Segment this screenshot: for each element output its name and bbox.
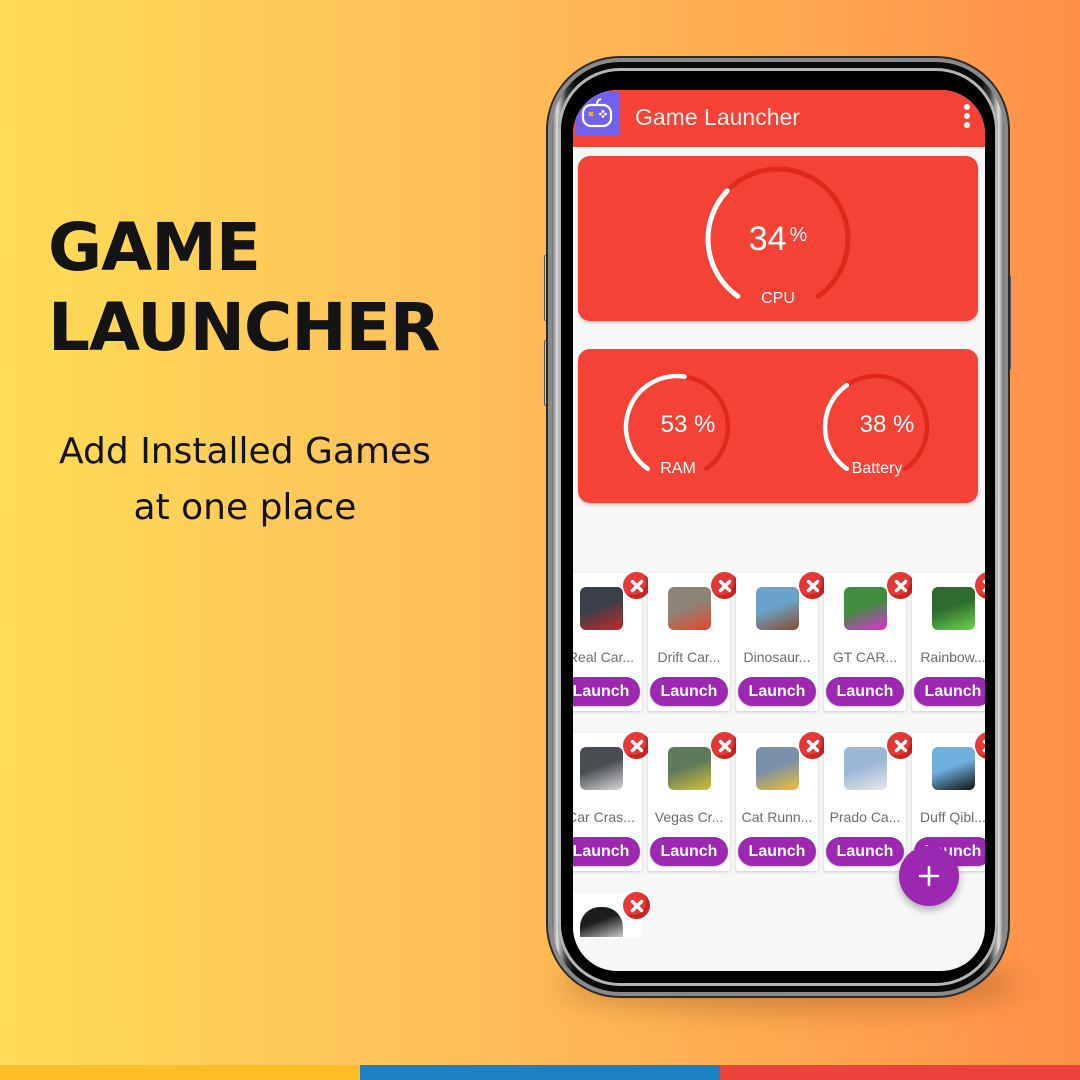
cpu-value-unit: % — [789, 224, 808, 246]
app-bar: Game Launcher — [573, 90, 985, 147]
launch-button[interactable]: Launch — [738, 677, 816, 706]
game-thumbnail — [580, 747, 623, 790]
phone-screen: Game Launcher 34% CPU 53 % RAM 38 % Batt… — [573, 90, 985, 971]
cpu-value: 34% — [728, 220, 828, 259]
cpu-value-number: 34 — [748, 220, 787, 258]
game-card[interactable]: Rainbow... Launch — [912, 572, 985, 711]
close-icon — [894, 579, 907, 592]
game-name: Rainbow... — [920, 649, 985, 665]
launch-button[interactable]: Launch — [826, 837, 904, 866]
remove-game-button[interactable] — [623, 732, 650, 759]
game-thumbnail — [580, 907, 623, 937]
bottom-color-strip — [0, 1065, 1080, 1080]
game-thumbnail — [668, 747, 711, 790]
close-icon — [630, 579, 643, 592]
close-icon — [806, 579, 819, 592]
game-card[interactable]: Dinosaur... Launch — [736, 572, 826, 711]
promo-title-line-1: GAME — [48, 209, 261, 286]
remove-game-button[interactable] — [623, 892, 650, 919]
close-icon — [630, 899, 643, 912]
cpu-label: CPU — [761, 290, 795, 307]
remove-game-button[interactable] — [975, 732, 985, 759]
game-thumbnail — [932, 747, 975, 790]
game-card[interactable]: Real Car... Launch — [573, 572, 650, 711]
close-icon — [718, 739, 731, 752]
game-thumbnail — [756, 747, 799, 790]
promo-subtitle-line-2: at one place — [133, 487, 357, 528]
close-icon — [894, 739, 907, 752]
launch-button[interactable]: Launch — [573, 677, 640, 706]
launch-button[interactable]: Launch — [650, 837, 728, 866]
game-card[interactable] — [573, 892, 650, 938]
more-vert-icon[interactable] — [963, 104, 971, 128]
launch-button[interactable]: Launch — [738, 837, 816, 866]
strip-blue — [360, 1065, 720, 1080]
strip-red — [720, 1065, 1080, 1080]
remove-game-button[interactable] — [975, 572, 985, 599]
promo-subtitle-line-1: Add Installed Games — [59, 431, 431, 472]
gamepad-icon — [575, 92, 619, 136]
game-name: GT CAR... — [832, 649, 898, 665]
game-thumbnail — [844, 587, 887, 630]
game-name: Drift Car... — [657, 649, 721, 665]
ram-battery-gauge-card: 53 % RAM 38 % Battery — [578, 349, 978, 503]
add-game-button[interactable] — [899, 846, 959, 906]
game-thumbnail — [756, 587, 799, 630]
promo-subtitle: Add Installed Games at one place — [40, 424, 450, 536]
game-card[interactable]: Vegas Cr... Launch — [648, 732, 738, 871]
game-thumbnail — [580, 587, 623, 630]
remove-game-button[interactable] — [711, 572, 738, 599]
launch-button[interactable]: Launch — [573, 837, 640, 866]
plus-icon — [918, 865, 940, 887]
strip-yellow — [0, 1065, 360, 1080]
launch-button[interactable]: Launch — [650, 677, 728, 706]
promo-title-line-2: LAUNCHER — [48, 289, 441, 366]
game-name: Vegas Cr... — [654, 809, 724, 825]
close-icon — [982, 579, 985, 592]
game-thumbnail — [668, 587, 711, 630]
game-card[interactable]: Prado Ca... Launch — [824, 732, 914, 871]
game-card[interactable]: Car Cras... Launch — [573, 732, 650, 871]
remove-game-button[interactable] — [799, 732, 826, 759]
battery-label: Battery — [851, 460, 903, 477]
cpu-gauge-card: 34% CPU — [578, 156, 978, 321]
ram-value-unit: % — [694, 411, 716, 438]
game-card[interactable]: Cat Runn... Launch — [736, 732, 826, 871]
remove-game-button[interactable] — [711, 732, 738, 759]
ram-label: RAM — [660, 460, 696, 477]
game-name: Cat Runn... — [741, 809, 813, 825]
game-name: Car Cras... — [573, 809, 635, 825]
ram-value-number: 53 — [660, 411, 688, 438]
close-icon — [630, 739, 643, 752]
remove-game-button[interactable] — [887, 732, 914, 759]
close-icon — [718, 579, 731, 592]
launch-button[interactable]: Launch — [826, 677, 904, 706]
promo-title: GAME LAUNCHER — [48, 208, 441, 368]
remove-game-button[interactable] — [623, 572, 650, 599]
game-thumbnail — [932, 587, 975, 630]
remove-game-button[interactable] — [799, 572, 826, 599]
battery-value-unit: % — [893, 411, 915, 438]
ram-value: 53 % — [638, 411, 738, 439]
game-name: Duff Qibl... — [920, 809, 985, 825]
close-icon — [806, 739, 819, 752]
game-name: Real Car... — [573, 649, 635, 665]
battery-value-number: 38 — [859, 411, 887, 438]
battery-value: 38 % — [837, 411, 937, 439]
remove-game-button[interactable] — [887, 572, 914, 599]
app-title: Game Launcher — [635, 104, 800, 130]
close-icon — [982, 739, 985, 752]
game-name: Prado Ca... — [829, 809, 901, 825]
game-thumbnail — [844, 747, 887, 790]
game-card[interactable]: GT CAR... Launch — [824, 572, 914, 711]
game-card[interactable]: Drift Car... Launch — [648, 572, 738, 711]
game-name: Dinosaur... — [743, 649, 811, 665]
launch-button[interactable]: Launch — [914, 677, 985, 706]
